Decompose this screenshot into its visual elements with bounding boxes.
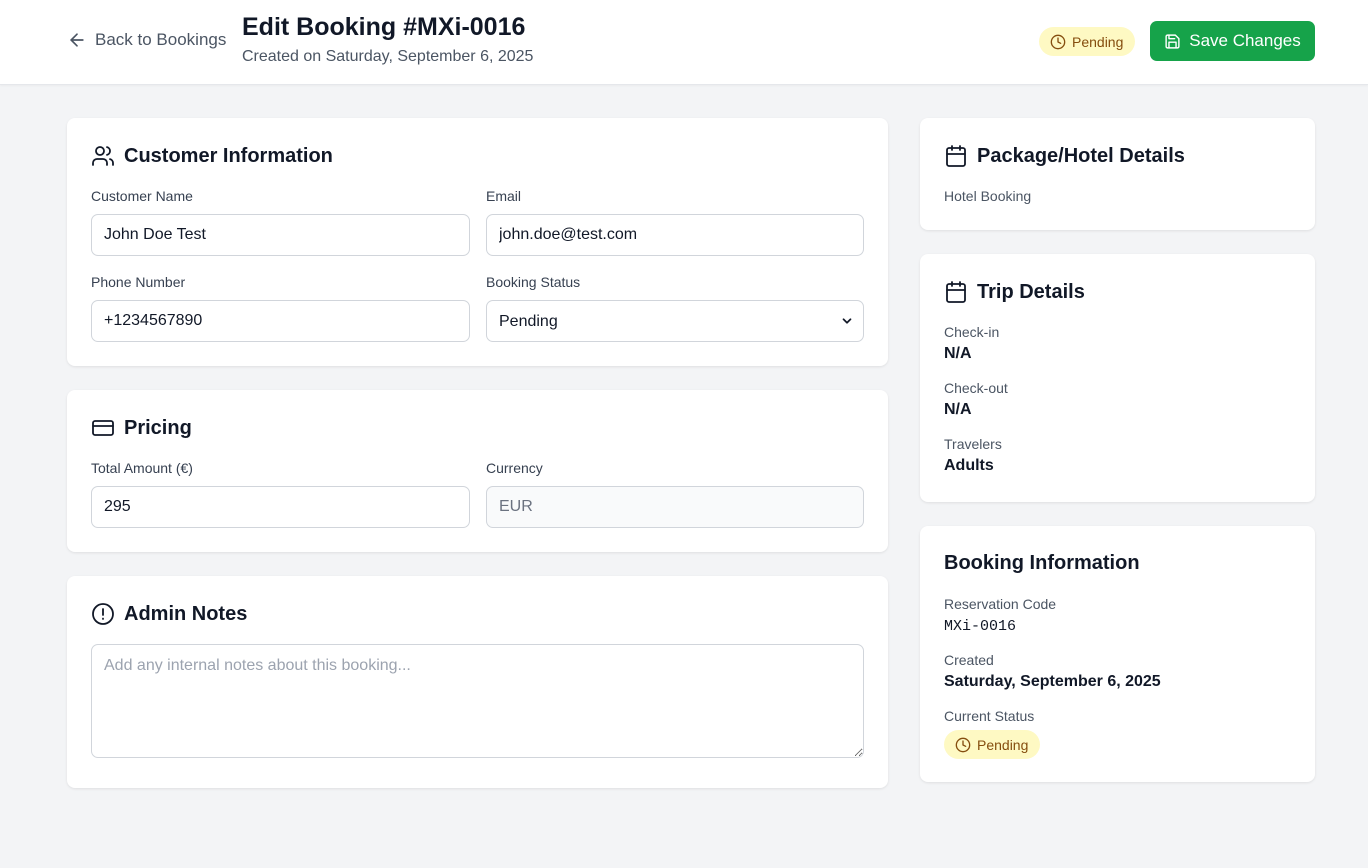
trip-details-heading: Trip Details	[944, 280, 1085, 304]
users-icon	[92, 146, 114, 166]
status-badge-label: Pending	[1072, 33, 1124, 50]
clock-icon	[955, 737, 971, 752]
calendar-icon	[946, 281, 966, 303]
save-icon	[1165, 33, 1180, 49]
phone-label: Phone Number	[91, 274, 186, 290]
checkin-label: Check-in	[944, 324, 1000, 340]
page-title: Edit Booking #MXi-0016	[242, 13, 526, 41]
page-header: Back to Bookings Edit Booking #MXi-0016 …	[0, 0, 1368, 85]
admin-notes-textarea[interactable]	[91, 644, 864, 758]
created-label: Created	[944, 652, 994, 668]
package-details-heading: Package/Hotel Details	[944, 144, 1185, 168]
checkout-label: Check-out	[944, 380, 1008, 396]
currency-label: Currency	[486, 460, 543, 476]
alert-circle-icon	[92, 603, 114, 625]
booking-status-select[interactable]: Pending	[486, 300, 864, 342]
customer-info-title: Customer Information	[124, 144, 333, 167]
current-status-label: Current Status	[944, 708, 1035, 724]
reservation-code-value: MXi-0016	[944, 618, 1017, 635]
pricing-card: Pricing Total Amount (€) Currency	[67, 390, 888, 552]
email-input[interactable]	[486, 214, 864, 256]
reservation-code-label: Reservation Code	[944, 596, 1057, 612]
total-amount-input[interactable]	[91, 486, 470, 528]
checkin-value: N/A	[944, 345, 972, 362]
admin-notes-card: Admin Notes	[67, 576, 888, 788]
admin-notes-title: Admin Notes	[124, 602, 248, 625]
admin-notes-heading: Admin Notes	[91, 602, 247, 626]
pricing-title: Pricing	[124, 416, 192, 439]
save-changes-button[interactable]: Save Changes	[1150, 21, 1315, 61]
booking-info-title: Booking Information	[944, 552, 1140, 574]
trip-details-card: Trip Details Check-in N/A Check-out N/A …	[920, 254, 1315, 502]
page-subtitle: Created on Saturday, September 6, 2025	[242, 48, 534, 65]
currency-input	[486, 486, 864, 528]
back-to-bookings-link[interactable]: Back to Bookings	[67, 30, 226, 50]
booking-status-label: Booking Status	[486, 274, 581, 290]
calendar-icon	[946, 145, 966, 167]
clock-icon	[1050, 34, 1066, 49]
booking-status-select-wrap: Pending	[486, 300, 864, 342]
save-changes-label[interactable]: Save Changes	[1189, 31, 1301, 51]
checkout-value: N/A	[944, 401, 972, 418]
credit-card-icon	[92, 420, 114, 436]
customer-name-input[interactable]	[91, 214, 470, 256]
back-label[interactable]: Back to Bookings	[95, 30, 226, 50]
booking-info-heading: Booking Information	[944, 552, 1140, 575]
customer-info-heading: Customer Information	[91, 144, 333, 168]
status-badge: Pending	[1039, 27, 1136, 56]
email-label: Email	[486, 188, 522, 204]
booking-info-card: Booking Information Reservation Code MXi…	[920, 526, 1315, 782]
trip-details-title: Trip Details	[977, 280, 1085, 303]
current-status-badge: Pending	[944, 730, 1041, 759]
pricing-heading: Pricing	[91, 416, 192, 440]
package-details-title: Package/Hotel Details	[977, 144, 1185, 167]
phone-input[interactable]	[91, 300, 470, 342]
travelers-value: Adults	[944, 457, 994, 474]
total-amount-label: Total Amount (€)	[91, 460, 193, 476]
arrow-left-icon	[70, 33, 84, 47]
travelers-label: Travelers	[944, 436, 1002, 452]
created-value: Saturday, September 6, 2025	[944, 673, 1161, 690]
booking-type: Hotel Booking	[944, 188, 1032, 204]
customer-name-label: Customer Name	[91, 188, 193, 204]
customer-info-card: Customer Information Customer Name Email…	[67, 118, 888, 366]
current-status-label-text: Pending	[977, 736, 1029, 753]
package-details-card: Package/Hotel Details Hotel Booking	[920, 118, 1315, 230]
